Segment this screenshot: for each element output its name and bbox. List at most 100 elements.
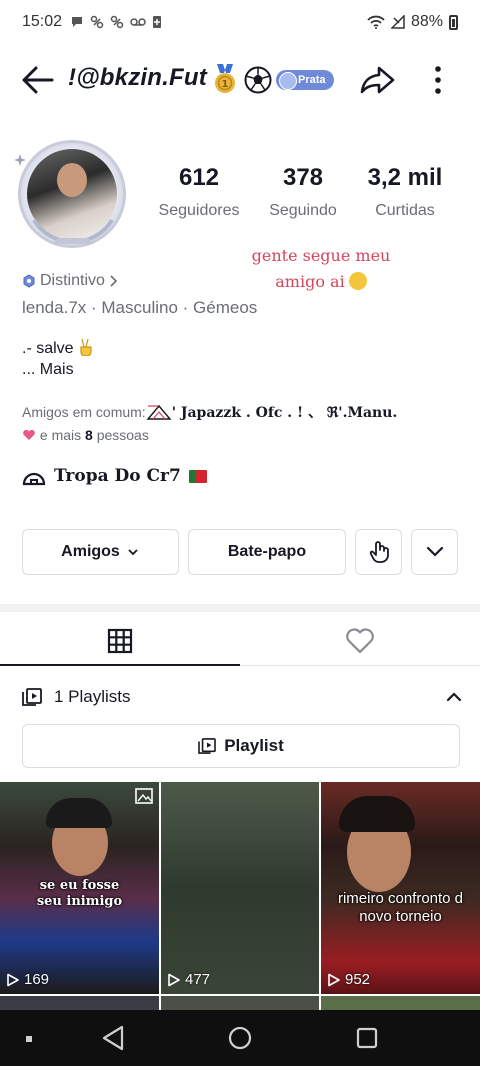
playlist-icon [22,688,42,706]
more-options-icon[interactable] [426,64,450,96]
video-view-count: 169 [24,971,50,988]
stat-likes[interactable]: 3,2 mil Curtidas [354,164,456,220]
video-tile-partial[interactable] [321,996,480,1010]
video-views: 952 [327,971,370,988]
content-tabs [0,616,480,666]
playlists-header[interactable]: 1 Playlists [22,680,462,714]
profile-username: !@bkzin.Fut [68,64,207,91]
laurel-icon [32,218,114,245]
tab-liked[interactable] [240,616,480,666]
video-views: 169 [6,971,49,988]
notification-icons [70,15,162,29]
mutual-suffix-b: pessoas [92,427,149,443]
sparkle-icon [14,154,26,166]
soccer-ball-icon [244,66,272,94]
tab-videos[interactable] [0,616,240,666]
section-divider [0,604,480,612]
mutual-suffix-a: e mais [36,427,86,443]
hexagon-badge-icon [23,274,35,288]
status-time: 15:02 [22,13,63,30]
chevron-down-icon [426,546,443,557]
play-outline-icon [328,973,340,986]
profile-note: gente segue meu amigo ai [246,243,396,295]
active-tab-indicator [0,664,240,666]
bio-more-link[interactable]: ... Mais [22,359,94,380]
playlist-button[interactable]: Playlist [22,724,460,768]
video-view-count: 952 [345,971,371,988]
status-bar: 15:02 88% [0,0,480,44]
likes-count: 3,2 mil [367,164,443,191]
mutual-friends[interactable]: Amigos em comum: ' Japazzk . Ofc . ! 、 ℜ'… [22,401,462,446]
poke-button[interactable] [355,529,402,575]
chevron-up-icon[interactable] [446,691,462,703]
battery-icon [449,14,458,30]
hand-tap-icon [369,541,389,563]
likes-label: Curtidas [375,202,435,219]
suggestions-button[interactable] [411,529,458,575]
pinned-icon [135,788,153,804]
group-tent-icon [22,472,46,486]
profile-bio[interactable]: .- salve ... Mais [22,338,94,380]
mutual-count: 8 [85,427,93,443]
badge-link-label: Distintivo [40,272,105,289]
chat-bubble-icon [72,17,83,27]
mutual-friends-prefix: Amigos em comum: [22,404,146,420]
following-label: Seguindo [269,202,337,219]
mutual-friends-names: ' Japazzk . Ofc . ! 、 ℜ'.Manu. [171,405,398,421]
signal-icon [390,15,405,29]
battery-saver-icon [153,16,162,28]
friends-button-label: Amigos [61,543,120,560]
video-caption: se eu fosse seu inimigo [36,878,123,909]
nav-home-icon[interactable] [226,1024,254,1052]
avatar-frame[interactable] [14,138,132,250]
video-caption-text: rimeiro confronto d novo torneio [337,890,464,925]
video-views: 477 [167,971,210,988]
followers-label: Seguidores [158,202,240,219]
grin-emoji-icon [348,272,367,290]
play-outline-icon [168,973,180,986]
badge-link[interactable]: Distintivo [22,272,117,290]
wifi-icon [367,15,385,29]
followers-count: 612 [178,164,220,191]
usb-icon [110,15,124,29]
portugal-flag-icon [188,469,207,483]
nav-back-icon[interactable] [100,1024,126,1052]
profile-note-line1: gente segue meu [251,246,391,265]
gold-medal-icon: 1 [215,64,235,93]
recents-dot-icon[interactable] [24,1034,34,1044]
video-tile-partial[interactable] [0,996,159,1010]
back-arrow-icon[interactable] [20,64,56,96]
chevron-right-icon [110,275,117,287]
video-thumbnail-cap [46,798,112,828]
video-tile[interactable]: rimeiro confronto d novo torneio 952 [321,782,480,994]
playlists-count: 1 Playlists [54,687,131,706]
fan-group[interactable]: Tropa Do Cr7 [22,466,207,486]
triangle-logo-icon [146,404,172,420]
nav-overview-icon[interactable] [354,1024,380,1052]
video-caption: rimeiro confronto d novo torneio [321,890,480,926]
video-view-count: 477 [185,971,211,988]
victory-hand-icon [80,338,92,356]
bio-text: .- salve [22,340,74,357]
video-tile[interactable]: se eu fosse seu inimigo 169 [0,782,159,994]
grid-icon [107,628,133,654]
video-tile[interactable]: 477 [161,782,319,994]
video-grid-next-row [0,996,480,1010]
system-navigation-bar [0,1010,480,1066]
share-arrow-icon[interactable] [360,64,396,96]
profile-stats: 612 Seguidores 378 Seguindo 3,2 mil Curt… [146,164,456,220]
video-thumbnail-hair [339,796,415,832]
fan-group-name: Tropa Do Cr7 [54,466,181,486]
friends-button[interactable]: Amigos [22,529,179,575]
stat-followers[interactable]: 612 Seguidores [146,164,252,220]
profile-meta: lenda.7x · Masculino · Gémeos [22,298,258,317]
stat-following[interactable]: 378 Seguindo [252,164,354,220]
chat-button[interactable]: Bate-papo [188,529,346,575]
heart-outline-icon [346,628,374,654]
play-outline-icon [7,973,19,986]
chevron-down-icon [128,549,138,556]
following-count: 378 [282,164,324,191]
video-tile-partial[interactable] [160,996,320,1010]
rank-badge: Prata [276,70,334,90]
voicemail-icon [130,18,146,26]
